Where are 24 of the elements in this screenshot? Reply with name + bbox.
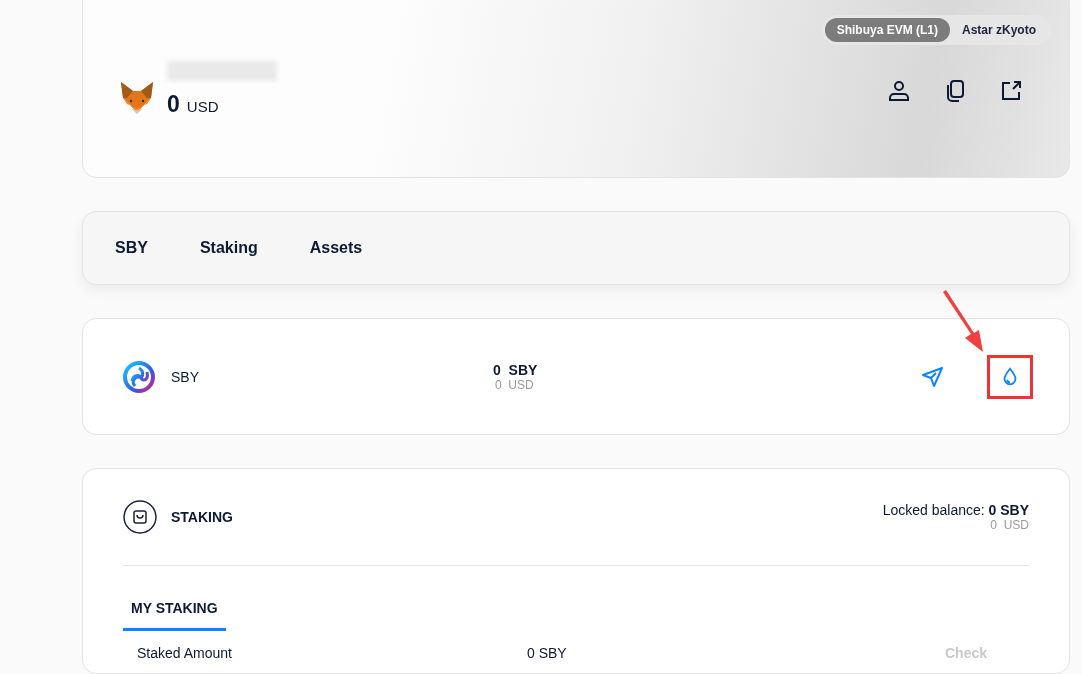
network-option[interactable]: Astar zKyoto (950, 18, 1048, 42)
staking-tab[interactable]: MY STAKING (123, 600, 226, 631)
section-tab[interactable]: SBY (115, 239, 148, 257)
external-link-icon[interactable] (999, 79, 1023, 103)
staked-amount-value: 0 SBY (527, 645, 568, 661)
token-usd-value: 0 USD (494, 377, 535, 392)
send-icon[interactable] (921, 364, 945, 389)
annotation-arrow (941, 289, 985, 354)
network-option[interactable]: Shibuya EVM (L1) (824, 18, 950, 42)
locked-usd-value: 0 USD (989, 518, 1029, 532)
user-icon[interactable] (887, 79, 911, 103)
balance-amount: 0 (167, 90, 180, 118)
locked-balance-label: Locked balance: (882, 502, 985, 518)
section-tab[interactable]: Assets (309, 239, 363, 257)
staked-amount-label: Staked Amount (137, 645, 233, 661)
fox-logo-icon (119, 82, 155, 116)
token-logo-icon (123, 360, 155, 393)
token-amount: 0 SBY (493, 361, 539, 378)
shopping-bag-icon (123, 500, 157, 534)
locked-balance-amount: 0 SBY (988, 502, 1029, 518)
section-tab[interactable]: Staking (199, 239, 258, 257)
token-name: SBY (171, 368, 199, 385)
staking-title: STAKING (171, 509, 233, 525)
balance-currency: USD (186, 97, 219, 115)
